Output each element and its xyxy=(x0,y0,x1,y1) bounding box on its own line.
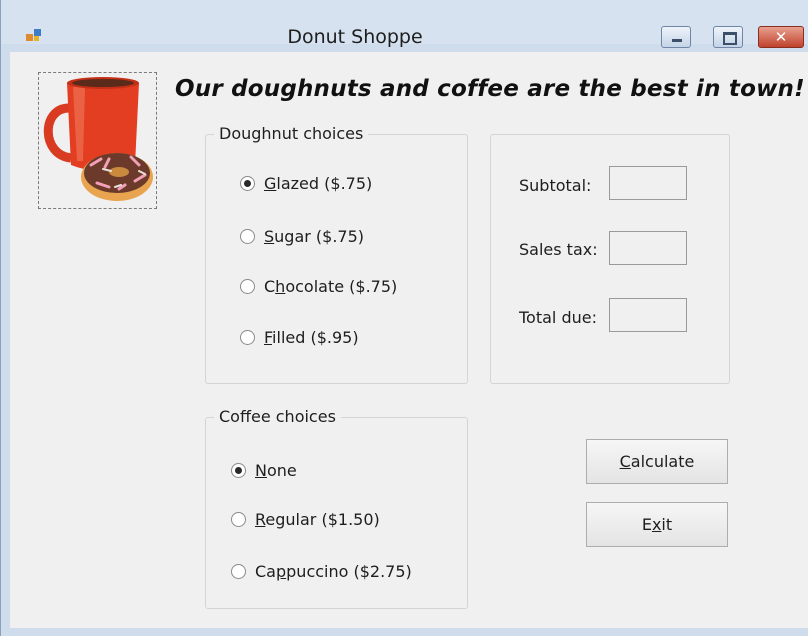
window-bottom-border xyxy=(1,628,808,636)
doughnut-choices-legend: Doughnut choices xyxy=(214,124,369,143)
sales-tax-field xyxy=(609,231,687,265)
radio-cappuccino[interactable]: Cappuccino ($2.75) xyxy=(231,560,412,582)
radio-glazed-label[interactable]: Glazed ($.75) xyxy=(264,174,372,193)
radio-regular-label[interactable]: Regular ($1.50) xyxy=(255,510,380,529)
radio-none[interactable]: None xyxy=(231,459,297,481)
maximize-button[interactable] xyxy=(713,26,743,48)
close-icon: ✕ xyxy=(774,28,788,46)
radio-glazed[interactable]: Glazed ($.75) xyxy=(240,172,372,194)
headline: Our doughnuts and coffee are the best in… xyxy=(175,76,805,102)
radio-cappuccino-label[interactable]: Cappuccino ($2.75) xyxy=(255,562,412,581)
radio-none-indicator[interactable] xyxy=(231,462,246,478)
coffee-donut-picture xyxy=(38,72,157,209)
radio-filled[interactable]: Filled ($.95) xyxy=(240,326,359,348)
radio-chocolate[interactable]: Chocolate ($.75) xyxy=(240,275,397,297)
total-due-field xyxy=(609,298,687,332)
window-title: Donut Shoppe xyxy=(287,26,423,48)
radio-chocolate-indicator[interactable] xyxy=(240,278,255,294)
sales-tax-label: Sales tax: xyxy=(519,240,598,259)
total-due-label: Total due: xyxy=(519,308,597,327)
radio-sugar-label[interactable]: Sugar ($.75) xyxy=(264,227,364,246)
minimize-button[interactable] xyxy=(661,26,691,48)
subtotal-field xyxy=(609,166,687,200)
coffee-mug-donut-icon xyxy=(43,77,153,201)
calculate-button[interactable]: Calculate xyxy=(586,439,728,484)
radio-sugar[interactable]: Sugar ($.75) xyxy=(240,225,364,247)
radio-none-label[interactable]: None xyxy=(255,461,297,480)
radio-regular-indicator[interactable] xyxy=(231,511,246,527)
radio-chocolate-label[interactable]: Chocolate ($.75) xyxy=(264,277,397,296)
radio-filled-label[interactable]: Filled ($.95) xyxy=(264,328,359,347)
radio-filled-indicator[interactable] xyxy=(240,329,255,345)
radio-regular[interactable]: Regular ($1.50) xyxy=(231,508,380,530)
radio-cappuccino-indicator[interactable] xyxy=(231,563,246,579)
subtotal-label: Subtotal: xyxy=(519,176,592,195)
exit-button[interactable]: Exit xyxy=(586,502,728,547)
radio-sugar-indicator[interactable] xyxy=(240,228,255,244)
title-bar[interactable]: Donut Shoppe ✕ xyxy=(1,0,808,48)
radio-glazed-indicator[interactable] xyxy=(240,175,255,191)
coffee-choices-legend: Coffee choices xyxy=(214,407,341,426)
close-button[interactable]: ✕ xyxy=(758,26,804,48)
